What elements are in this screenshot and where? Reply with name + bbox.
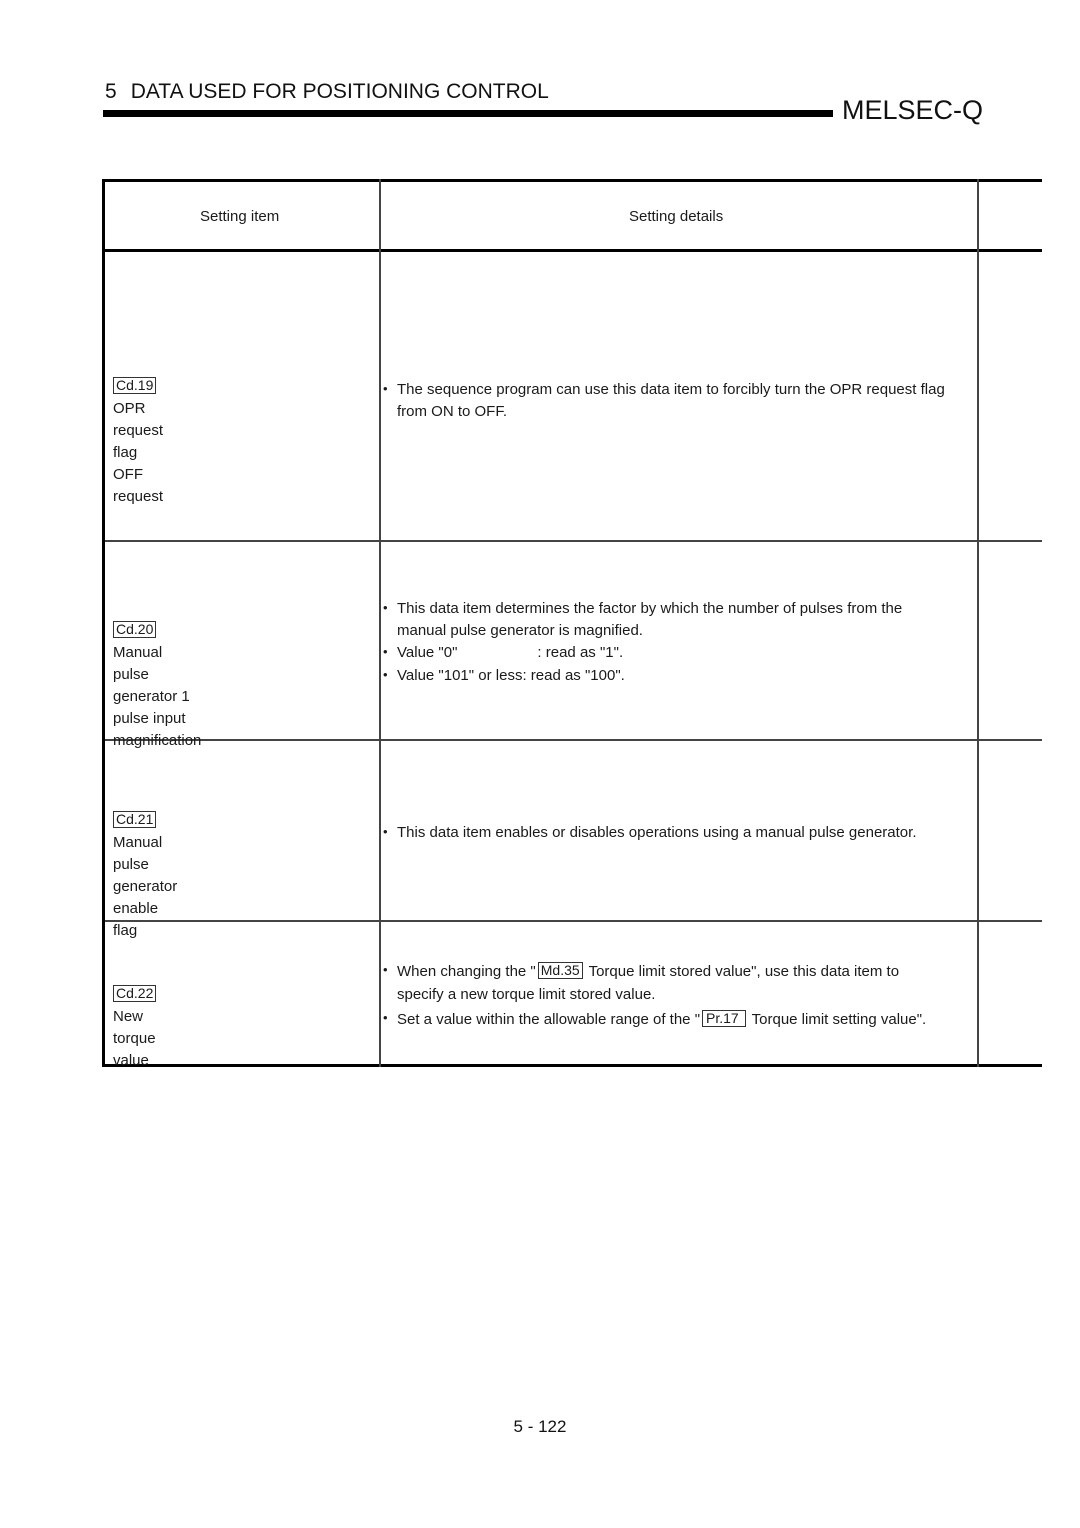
detail-bullet: • This data item determines the factor by…	[383, 598, 973, 641]
bullet-icon: •	[383, 600, 388, 615]
item-name-line: OPR request flag OFF	[113, 400, 164, 483]
detail-text-part: When changing the "	[397, 963, 536, 980]
table-bottom-border	[102, 1064, 1042, 1067]
detail-bullet: • When changing the " Md.35 Torque limit s…	[383, 960, 973, 1006]
item-name-line: request	[113, 488, 164, 505]
item-code: Cd.20	[113, 621, 157, 638]
detail-bullet: • This data item enables or disables oper…	[383, 822, 973, 844]
item-name-line: Manual pulse generator	[113, 834, 178, 895]
detail-text-part: Torque limit setting value".	[751, 1011, 927, 1028]
item-name: Manual pulse generator enable flag	[113, 832, 177, 942]
detail-bullet: • The sequence program can use this data …	[383, 379, 973, 422]
detail-bullet: • Set a value within the allowable range …	[383, 1008, 973, 1031]
detail-text-part: Set a value within the allowable range o…	[397, 1011, 701, 1028]
detail-bullet: • Value "0" : read as "1".	[383, 642, 973, 664]
page-number: 5 - 122	[513, 1417, 567, 1436]
chapter-title: 5 DATA USED FOR POSITIONING CONTROL	[105, 80, 549, 104]
column-header-setting-details: Setting details	[629, 208, 724, 225]
brand-label: MELSEC-Q	[842, 95, 984, 125]
column-divider	[379, 179, 381, 1067]
detail-text: Value "101" or less: read as "100".	[397, 666, 625, 684]
item-code: Cd.22	[113, 985, 157, 1002]
column-header-setting-item: Setting item	[200, 208, 280, 225]
bullet-icon: •	[383, 381, 388, 396]
detail-text: This data item enables or disables opera…	[397, 824, 917, 841]
table-top-border	[102, 179, 1042, 182]
bullet-icon: •	[383, 644, 388, 659]
detail-text-part: Value "0"	[397, 644, 458, 661]
bullet-icon: •	[383, 824, 388, 839]
setting-details-cd19: • The sequence program can use this data …	[383, 379, 973, 422]
reference-code-md35: Md.35	[537, 962, 583, 979]
detail-text: Set a value within the allowable range o…	[397, 1008, 973, 1031]
detail-text: Value "0" : read as "1".	[397, 642, 973, 664]
item-name-line: Manual pulse generator 1	[113, 644, 190, 705]
detail-text: This data item determines the factor by …	[397, 600, 903, 639]
setting-item-cd21: Cd.21 Manual pulse generator enable flag	[113, 810, 177, 942]
setting-details-cd21: • This data item enables or disables oper…	[383, 822, 973, 844]
setting-item-cd20: Cd.20 Manual pulse generator 1 pulse input…	[113, 620, 201, 752]
setting-details-cd20: • This data item determines the factor by…	[383, 598, 973, 686]
table-header-bottom-border	[102, 249, 1042, 252]
item-name-line: enable flag	[113, 900, 159, 939]
item-code: Cd.19	[113, 377, 157, 394]
header-rule	[103, 110, 833, 117]
item-code: Cd.21	[113, 811, 157, 828]
row-divider	[102, 920, 1042, 922]
detail-text: The sequence program can use this data i…	[397, 381, 945, 420]
setting-item-cd19: Cd.19 OPR request flag OFF request	[113, 376, 163, 508]
detail-bullet: • Value "101" or less: read as "100".	[383, 665, 973, 687]
reference-code-pr17: Pr.17	[702, 1010, 746, 1027]
bullet-icon: •	[383, 666, 388, 682]
item-name-line: New torque value	[113, 1008, 156, 1069]
setting-item-cd22: Cd.22 New torque value	[113, 984, 162, 1072]
chapter-title-text: DATA USED FOR POSITIONING CONTROL	[130, 80, 549, 103]
column-divider	[977, 179, 979, 1067]
item-name: Manual pulse generator 1 pulse input magn…	[113, 642, 201, 752]
item-name: New torque value	[113, 1006, 162, 1072]
detail-text-part: : read as "1".	[537, 644, 624, 661]
item-name: OPR request flag OFF request	[113, 398, 163, 508]
bullet-icon: •	[383, 1010, 388, 1025]
row-divider	[102, 540, 1042, 542]
bullet-icon: •	[383, 962, 388, 977]
detail-text: When changing the " Md.35 Torque limit st…	[397, 960, 973, 1006]
table-left-border	[102, 179, 105, 1067]
item-name-line: pulse input magnification	[113, 710, 202, 749]
setting-details-cd22: • When changing the " Md.35 Torque limit s…	[383, 960, 973, 1031]
row-divider	[102, 739, 1042, 741]
chapter-number: 5	[105, 80, 117, 103]
